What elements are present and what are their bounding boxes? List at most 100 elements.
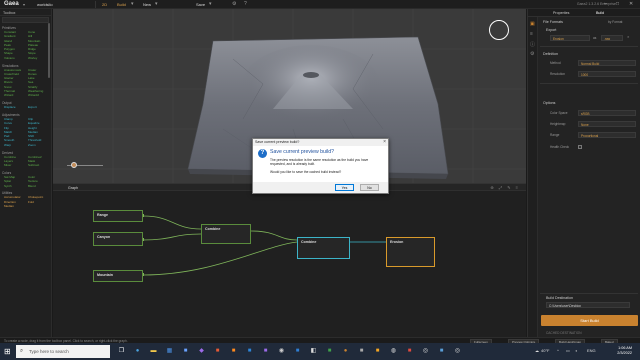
toolbox-node-item[interactable]: Color [28, 176, 51, 180]
app-icon[interactable]: ◧ [308, 346, 319, 357]
export-node-field[interactable]: Erosion [550, 35, 590, 41]
toolbox-node-item[interactable]: Snow [4, 86, 28, 90]
chevron-down-icon[interactable]: ▾ [131, 1, 134, 7]
app-icon[interactable]: ■ [436, 346, 447, 357]
save-button[interactable]: Save [196, 2, 205, 7]
toolbox-node-item[interactable]: Combine2 [28, 156, 51, 160]
toolbox-node-item[interactable]: Constant [4, 31, 28, 35]
resolution-select[interactable]: 1000 [578, 71, 636, 77]
file-formats-heading[interactable]: File Formats [543, 20, 563, 24]
toolbox-node-item[interactable]: Median [4, 205, 28, 209]
toolbox-search-input[interactable] [2, 17, 49, 23]
app-icon[interactable]: ■ [356, 346, 367, 357]
tray-chevron-icon[interactable]: ^ [557, 348, 559, 353]
by-format-dropdown[interactable]: by Format [608, 20, 622, 24]
store-icon[interactable]: ▦ [164, 346, 175, 357]
toolbox-node-item[interactable]: Median [28, 131, 51, 135]
toolbox-node-item[interactable]: Anastomosis [4, 69, 28, 73]
settings-icon[interactable]: ⚙ [232, 1, 236, 7]
toolbox-node-item[interactable]: Pad [4, 135, 28, 139]
weather-icon[interactable]: ☁ [535, 348, 539, 353]
toolbox-node-item[interactable]: Curve [4, 122, 28, 126]
weather-temp[interactable]: 40°F [541, 348, 550, 353]
toolbox-node-item[interactable]: Match [4, 131, 28, 135]
toolbox-node-item[interactable]: Wizard2 [28, 94, 51, 98]
minimize-icon[interactable]: – [604, 1, 607, 7]
app-logo[interactable]: Gaea [4, 1, 19, 7]
gear-icon[interactable]: ⚙ [530, 51, 534, 57]
toolbox-node-item[interactable]: Combine [4, 156, 28, 160]
toolbox-node-item[interactable]: Shift [28, 135, 51, 139]
app-icon[interactable]: ■ [244, 346, 255, 357]
toolbox-node-item[interactable]: Weathering [28, 90, 51, 94]
chevron-down-icon[interactable]: ▾ [155, 1, 158, 7]
view-gizmo-icon[interactable] [489, 20, 509, 40]
unreal-icon[interactable]: ◎ [420, 346, 431, 357]
toolbox-node-item[interactable]: Sat Map [4, 176, 28, 180]
toolbox-node-item[interactable]: Chokepoint [28, 196, 51, 200]
toolbox-node-item[interactable]: Wizard [4, 94, 28, 98]
toolbox-node-item[interactable]: Flip [4, 127, 28, 131]
toolbox-node-item[interactable]: Smooth [4, 139, 28, 143]
node-combine-1[interactable]: Combine [201, 224, 251, 244]
toolbox-node-item[interactable]: Blend [28, 185, 51, 189]
toolbox-node-item[interactable]: Threshold [28, 139, 51, 143]
definition-heading[interactable]: Definition [543, 52, 558, 56]
toolbox-section-heading[interactable]: Output [2, 101, 51, 105]
toolbox-section-heading[interactable]: Derived [2, 151, 51, 155]
toolbox-node-item[interactable]: Polygon [4, 48, 28, 52]
toolbox-section-heading[interactable]: Primitives [2, 26, 51, 30]
app-icon[interactable]: ◍ [388, 346, 399, 357]
visual-studio-icon[interactable]: ◆ [196, 346, 207, 357]
sun-slider-knob[interactable] [71, 162, 77, 168]
toolbox-node-item[interactable]: Volcano [4, 57, 28, 61]
maximize-icon[interactable]: □ [616, 1, 619, 7]
yes-button[interactable]: Yes [335, 184, 354, 191]
toolbox-node-item[interactable]: Clamp [4, 118, 28, 122]
toolbox-node-item[interactable]: Peak [4, 44, 28, 48]
toolbox-node-item[interactable]: Direction [4, 201, 28, 205]
toolbox-node-item[interactable]: Gradient [4, 35, 28, 39]
heightmap-select[interactable]: None [578, 121, 636, 127]
file-explorer-icon[interactable]: ▬ [148, 346, 159, 357]
volume-icon[interactable]: ◖ [575, 348, 577, 353]
toolbox-node-item[interactable]: Displace [4, 106, 28, 110]
range-select[interactable]: Proportional [578, 132, 636, 138]
toolbox-section-heading[interactable]: Adjustments [2, 113, 51, 117]
node-erosion[interactable]: Erosion [386, 237, 435, 267]
export-format-field[interactable]: .raw [601, 35, 623, 41]
illustrator-icon[interactable]: ■ [228, 346, 239, 357]
chevron-down-icon[interactable]: ▾ [209, 1, 212, 7]
toolbox-node-item[interactable]: Thermal [4, 90, 28, 94]
toolbox-node-item[interactable]: Synth [4, 185, 28, 189]
toolbox-node-item[interactable]: Zoom [28, 144, 51, 148]
node-combine-2[interactable]: Combine [297, 237, 350, 259]
taskbar-search-input[interactable]: ⌕ Type here to search [16, 345, 110, 358]
method-select[interactable]: Normal Build [578, 60, 636, 66]
language-indicator[interactable]: ENG [587, 348, 596, 353]
cached-destination-label[interactable]: CACHED DESTINATION [546, 331, 582, 335]
toolbox-section-heading[interactable]: Simulations [2, 64, 51, 68]
toolbox-node-item[interactable]: CraterField [4, 73, 28, 77]
remove-icon[interactable]: ✕ [627, 35, 630, 39]
options-heading[interactable]: Options [543, 101, 555, 105]
build-icon[interactable]: ▣ [530, 21, 535, 27]
tab-build[interactable]: Build [596, 11, 604, 15]
gaea-app-icon[interactable]: ● [340, 346, 351, 357]
graph-panel[interactable]: Graph ⊕ ⤢ ✎ ≡ Range Canyon Mountain Comb… [53, 183, 526, 337]
toolbox-node-item[interactable]: Island [4, 40, 28, 44]
toolbox-node-item[interactable]: Equalize [28, 122, 51, 126]
graph-toolbar-icons[interactable]: ⊕ ⤢ ✎ ≡ [490, 185, 520, 190]
app-menu-chevron-icon[interactable]: ▾ [23, 2, 25, 7]
toolbox-node-item[interactable]: Glacier [4, 77, 28, 81]
info-icon[interactable]: ⓘ [530, 41, 535, 48]
toolbox-node-item[interactable]: Height [28, 127, 51, 131]
toolbox-node-item[interactable]: Export [28, 106, 51, 110]
premiere-icon[interactable]: ■ [260, 346, 271, 357]
toolbox-node-item[interactable]: Shape [4, 52, 28, 56]
task-view-icon[interactable]: ❐ [116, 346, 127, 357]
new-button[interactable]: New [143, 2, 151, 7]
toolbox-node-item[interactable]: Stratify [28, 86, 51, 90]
toolbox-node-item[interactable]: Subtract [28, 164, 51, 168]
toolbox-node-item[interactable]: Accumulator [4, 196, 28, 200]
